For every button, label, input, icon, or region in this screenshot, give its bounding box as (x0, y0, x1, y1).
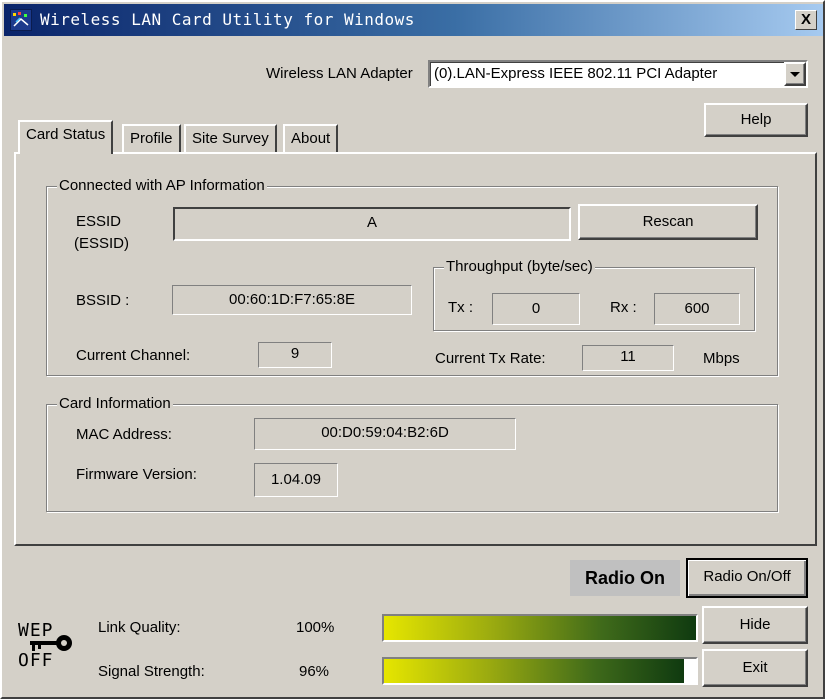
link-quality-value: 100% (296, 619, 335, 636)
bssid-label: BSSID : (76, 292, 130, 309)
card-info-legend: Card Information (57, 395, 173, 412)
throughput-group: Throughput (byte/sec) Tx : 0 Rx : 600 (433, 258, 755, 331)
chevron-down-icon (790, 72, 800, 77)
essid-label-sub: (ESSID) (74, 235, 130, 252)
radio-toggle-button[interactable]: Radio On/Off (686, 558, 808, 598)
card-info-group: Card Information MAC Address: 00:D0:59:0… (46, 395, 778, 512)
tx-rate-field: 11 (582, 345, 674, 371)
mac-address-label: MAC Address: (76, 426, 172, 443)
tab-profile[interactable]: Profile (122, 124, 181, 154)
signal-strength-bar (382, 657, 698, 685)
firmware-field: 1.04.09 (254, 463, 338, 497)
window-title: Wireless LAN Card Utility for Windows (40, 10, 415, 29)
close-button[interactable]: X (795, 10, 817, 30)
essid-field: A (173, 207, 571, 241)
channel-field: 9 (258, 342, 332, 368)
ap-info-group: Connected with AP Information ESSID (ESS… (46, 177, 778, 376)
adapter-select[interactable]: (0).LAN-Express IEEE 802.11 PCI Adapter (428, 60, 808, 88)
title-bar[interactable]: Wireless LAN Card Utility for Windows X (4, 4, 823, 36)
link-quality-bar-fill (384, 616, 696, 640)
bssid-field: 00:60:1D:F7:65:8E (172, 285, 412, 315)
help-button[interactable]: Help (704, 103, 808, 137)
exit-button[interactable]: Exit (702, 649, 808, 687)
rescan-button[interactable]: Rescan (578, 204, 758, 240)
firmware-label: Firmware Version: (76, 466, 197, 483)
channel-label: Current Channel: (76, 347, 191, 364)
rx-label: Rx : (610, 299, 637, 316)
card-status-panel: Connected with AP Information ESSID (ESS… (14, 152, 817, 546)
tab-card-status[interactable]: Card Status (18, 120, 114, 154)
link-quality-bar (382, 614, 698, 642)
main-window: Wireless LAN Card Utility for Windows X … (0, 0, 825, 699)
essid-label: ESSID (76, 213, 122, 230)
throughput-legend: Throughput (byte/sec) (444, 258, 595, 275)
adapter-select-value: (0).LAN-Express IEEE 802.11 PCI Adapter (434, 65, 718, 82)
tx-rate-label: Current Tx Rate: (435, 350, 546, 367)
tx-rate-unit: Mbps (703, 350, 740, 367)
adapter-label: Wireless LAN Adapter (266, 65, 413, 82)
radio-status-badge: Radio On (570, 560, 680, 596)
wep-status-indicator: WEP OFF (16, 620, 76, 676)
signal-strength-bar-fill (384, 659, 684, 683)
ap-info-legend: Connected with AP Information (57, 177, 267, 194)
mac-address-field: 00:D0:59:04:B2:6D (254, 418, 516, 450)
dropdown-arrow-button[interactable] (784, 62, 806, 86)
signal-strength-label: Signal Strength: (98, 663, 205, 680)
tx-label: Tx : (448, 299, 473, 316)
signal-strength-value: 96% (299, 663, 330, 680)
tab-site-survey[interactable]: Site Survey (184, 124, 277, 154)
hide-button[interactable]: Hide (702, 606, 808, 644)
app-icon (10, 9, 32, 31)
link-quality-label: Link Quality: (98, 619, 181, 636)
rx-field: 600 (654, 293, 740, 325)
tx-field: 0 (492, 293, 580, 325)
wep-off-text: OFF (18, 650, 54, 671)
tab-about[interactable]: About (283, 124, 339, 154)
